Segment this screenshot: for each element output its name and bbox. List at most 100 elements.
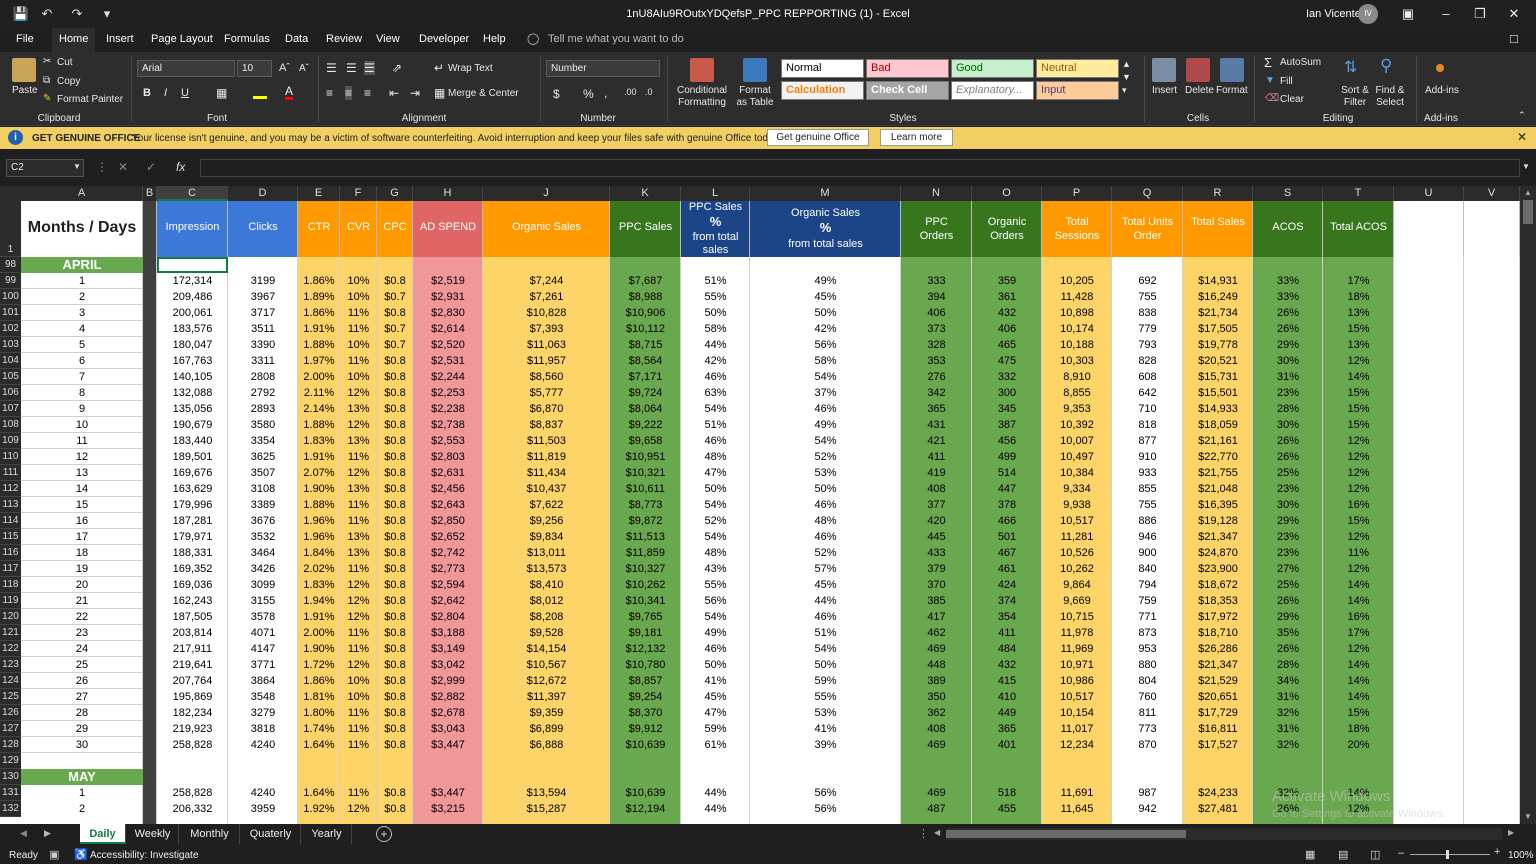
table-cell[interactable]: 1.96% xyxy=(298,529,340,545)
table-cell[interactable]: $23,900 xyxy=(1183,561,1253,577)
table-cell[interactable]: $8,715 xyxy=(610,337,681,353)
hscroll-left-icon[interactable]: ◀ xyxy=(934,828,940,837)
table-cell[interactable]: 9 xyxy=(21,401,143,417)
cell-style-calculation[interactable]: Calculation xyxy=(781,81,864,100)
table-cell[interactable]: $16,395 xyxy=(1183,497,1253,513)
table-cell[interactable]: $2,742 xyxy=(413,545,483,561)
table-cell[interactable]: 54% xyxy=(750,641,901,657)
table-cell[interactable]: 401 xyxy=(972,737,1042,753)
table-cell[interactable]: 50% xyxy=(681,657,750,673)
row-header[interactable]: 109 xyxy=(0,433,21,449)
row-header[interactable]: 128 xyxy=(0,737,21,753)
table-cell[interactable]: $14,154 xyxy=(483,641,610,657)
format-cells-button[interactable]: Format xyxy=(1216,85,1248,96)
table-cell[interactable]: 12% xyxy=(1323,641,1394,657)
table-cell[interactable]: 10,526 xyxy=(1042,545,1112,561)
table-cell[interactable]: $0.8 xyxy=(377,561,413,577)
table-cell[interactable]: $8,988 xyxy=(610,289,681,305)
table-cell[interactable]: $9,912 xyxy=(610,721,681,737)
table-cell[interactable]: 10,517 xyxy=(1042,689,1112,705)
table-cell[interactable]: 23% xyxy=(1253,385,1323,401)
table-cell[interactable]: 52% xyxy=(681,513,750,529)
table-cell[interactable]: $7,171 xyxy=(610,369,681,385)
table-cell[interactable]: $9,256 xyxy=(483,513,610,529)
table-cell[interactable]: 359 xyxy=(972,273,1042,289)
table-cell[interactable]: 11% xyxy=(340,561,377,577)
table-cell[interactable]: $0.8 xyxy=(377,417,413,433)
table-cell[interactable]: 342 xyxy=(901,385,972,401)
align-right-icon[interactable]: ≡ xyxy=(364,86,371,100)
table-cell[interactable]: 54% xyxy=(681,401,750,417)
table-cell[interactable]: 12% xyxy=(1323,449,1394,465)
tab-home[interactable]: Home xyxy=(59,33,88,45)
format-painter-button[interactable]: Format Painter xyxy=(57,94,123,105)
table-cell[interactable]: 59% xyxy=(681,721,750,737)
table-cell[interactable]: $3,042 xyxy=(413,657,483,673)
table-cell[interactable]: 50% xyxy=(750,305,901,321)
table-cell[interactable]: 58% xyxy=(681,321,750,337)
header-cell-r[interactable] xyxy=(1183,201,1253,257)
table-cell[interactable]: 499 xyxy=(972,449,1042,465)
table-cell[interactable]: 24 xyxy=(21,641,143,657)
add-sheet-icon[interactable]: + xyxy=(376,826,392,842)
table-cell[interactable]: $0.8 xyxy=(377,577,413,593)
column-header-j[interactable]: J xyxy=(483,186,610,201)
table-cell[interactable]: 57% xyxy=(750,561,901,577)
table-cell[interactable]: 32% xyxy=(1253,737,1323,753)
table-cell[interactable]: $11,859 xyxy=(610,545,681,561)
delete-cells-button[interactable]: Delete xyxy=(1185,85,1214,96)
table-cell[interactable]: 26% xyxy=(1253,321,1323,337)
table-cell[interactable]: 15% xyxy=(1323,513,1394,529)
table-cell[interactable]: $9,222 xyxy=(610,417,681,433)
table-cell[interactable]: 461 xyxy=(972,561,1042,577)
table-cell[interactable]: $3,447 xyxy=(413,785,483,801)
table-cell[interactable]: 276 xyxy=(901,369,972,385)
table-cell[interactable]: 219,641 xyxy=(157,657,228,673)
table-cell[interactable]: 406 xyxy=(901,305,972,321)
table-cell[interactable]: 26% xyxy=(1253,305,1323,321)
table-cell[interactable]: 10,986 xyxy=(1042,673,1112,689)
table-cell[interactable]: 28% xyxy=(1253,401,1323,417)
table-cell[interactable]: $10,262 xyxy=(610,577,681,593)
row-header[interactable]: 106 xyxy=(0,385,21,401)
table-cell[interactable]: 47% xyxy=(681,705,750,721)
sheet-tab-yearly[interactable]: Yearly xyxy=(302,824,352,844)
gallery-scroll-icon[interactable]: ▲ ▼ ▾ xyxy=(1122,58,1131,97)
table-cell[interactable]: 760 xyxy=(1112,689,1183,705)
table-cell[interactable]: 15% xyxy=(1323,705,1394,721)
table-cell[interactable]: $14,931 xyxy=(1183,273,1253,289)
table-cell[interactable]: 11,017 xyxy=(1042,721,1112,737)
table-cell[interactable]: 25% xyxy=(1253,465,1323,481)
table-cell[interactable]: 2893 xyxy=(228,401,298,417)
row-header[interactable]: 115 xyxy=(0,529,21,545)
table-cell[interactable]: 12% xyxy=(340,385,377,401)
table-cell[interactable]: 455 xyxy=(972,801,1042,817)
table-cell[interactable]: 501 xyxy=(972,529,1042,545)
table-cell[interactable]: $2,999 xyxy=(413,673,483,689)
table-cell[interactable]: 162,243 xyxy=(157,593,228,609)
table-cell[interactable]: 16 xyxy=(21,513,143,529)
table-cell[interactable]: $9,181 xyxy=(610,625,681,641)
table-cell[interactable]: 14% xyxy=(1323,577,1394,593)
table-cell[interactable]: 877 xyxy=(1112,433,1183,449)
table-cell[interactable]: $8,564 xyxy=(610,353,681,369)
table-cell[interactable]: 18% xyxy=(1323,721,1394,737)
table-cell[interactable]: 29% xyxy=(1253,337,1323,353)
row-header[interactable]: 126 xyxy=(0,705,21,721)
table-cell[interactable]: $18,710 xyxy=(1183,625,1253,641)
table-cell[interactable]: $0.7 xyxy=(377,289,413,305)
table-cell[interactable]: 12% xyxy=(1323,529,1394,545)
table-cell[interactable]: 373 xyxy=(901,321,972,337)
table-cell[interactable]: 29 xyxy=(21,721,143,737)
table-cell[interactable]: $11,513 xyxy=(610,529,681,545)
table-cell[interactable]: $6,870 xyxy=(483,401,610,417)
table-cell[interactable]: 179,996 xyxy=(157,497,228,513)
table-cell[interactable]: $11,957 xyxy=(483,353,610,369)
scroll-up-icon[interactable]: ▲ xyxy=(1522,188,1534,198)
table-cell[interactable]: 32% xyxy=(1253,705,1323,721)
table-cell[interactable]: 27% xyxy=(1253,561,1323,577)
table-cell[interactable]: 811 xyxy=(1112,705,1183,721)
table-cell[interactable]: 1.83% xyxy=(298,433,340,449)
table-cell[interactable]: $8,560 xyxy=(483,369,610,385)
table-cell[interactable]: 12,234 xyxy=(1042,737,1112,753)
